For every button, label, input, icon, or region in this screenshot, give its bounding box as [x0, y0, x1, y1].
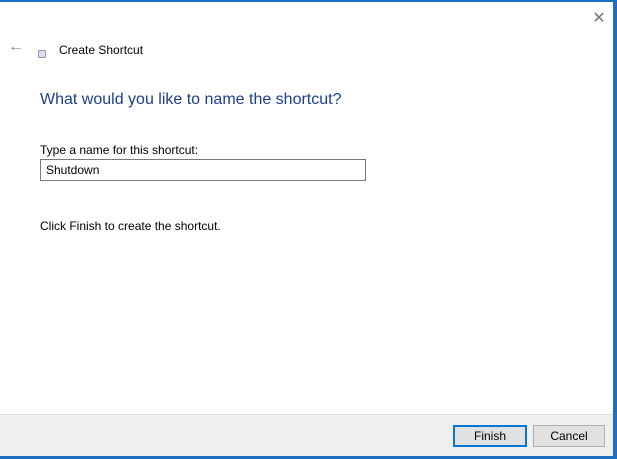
cancel-button[interactable]: Cancel — [533, 425, 605, 447]
shortcut-name-input[interactable] — [40, 159, 366, 181]
dialog-title: Create Shortcut — [59, 43, 144, 57]
create-shortcut-dialog: ✕ ← Create Shortcut What would you like … — [0, 2, 613, 456]
page-heading: What would you like to name the shortcut… — [40, 91, 342, 108]
finish-button[interactable]: Finish — [453, 425, 527, 447]
footer: Finish Cancel — [0, 414, 613, 456]
back-arrow-icon[interactable]: ← — [8, 38, 24, 56]
finish-hint: Click Finish to create the shortcut. — [40, 219, 221, 233]
name-label: Type a name for this shortcut: — [40, 143, 199, 157]
shortcut-icon — [38, 50, 46, 58]
close-button[interactable]: ✕ — [585, 8, 613, 30]
